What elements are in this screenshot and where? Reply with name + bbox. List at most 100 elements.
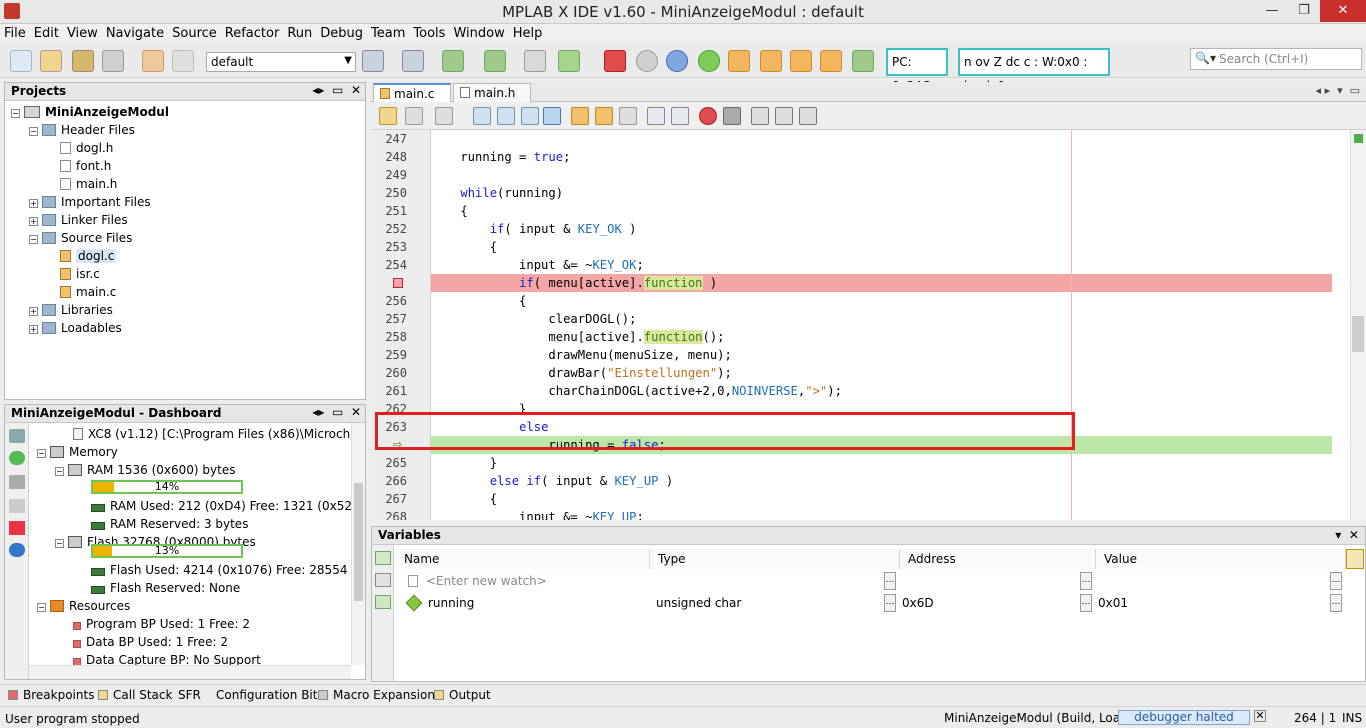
column-name[interactable]: Name: [396, 549, 650, 569]
editor-vscroll[interactable]: [1350, 130, 1366, 520]
project-tree-item[interactable]: − Source Files: [29, 229, 132, 247]
project-tree-item[interactable]: main.c: [47, 283, 116, 301]
project-tree-item[interactable]: font.h: [47, 157, 111, 175]
code-line[interactable]: if( input & KEY_OK ): [431, 220, 1332, 238]
minimize-button[interactable]: —: [1256, 0, 1288, 22]
finish-debug-icon[interactable]: [604, 50, 626, 72]
code-line[interactable]: drawMenu(menuSize, menu);: [431, 346, 1332, 364]
scroll-thumb[interactable]: [354, 483, 363, 601]
memory-icon[interactable]: [9, 499, 25, 513]
read-device-icon[interactable]: [484, 50, 506, 72]
toggle-bookmark-icon[interactable]: [619, 107, 637, 125]
format-icon[interactable]: [799, 107, 817, 125]
toggle-highlight-icon[interactable]: [543, 107, 561, 125]
type-edit-button[interactable]: …: [884, 594, 896, 612]
panel-controls[interactable]: ◂▸ ▭ ✕: [312, 83, 361, 97]
clean-build-icon[interactable]: [402, 50, 424, 72]
next-bookmark-icon[interactable]: [595, 107, 613, 125]
tab-macro-expansion[interactable]: Macro Expansion: [318, 688, 435, 702]
dashboard-hscroll[interactable]: [29, 665, 351, 679]
shift-right-icon[interactable]: [671, 107, 689, 125]
project-tree-item[interactable]: − MiniAnzeigeModul: [11, 103, 169, 121]
menu-navigate[interactable]: Navigate: [102, 24, 168, 43]
column-address[interactable]: Address: [900, 549, 1096, 569]
make-program-icon[interactable]: [442, 50, 464, 72]
tab-main-c[interactable]: main.c ✕: [373, 83, 451, 115]
last-edit-icon[interactable]: [405, 107, 423, 125]
code-line[interactable]: {: [431, 490, 1332, 508]
redo-icon[interactable]: [172, 50, 194, 72]
find-next-icon[interactable]: [521, 107, 539, 125]
search-input[interactable]: 🔍▾ Search (Ctrl+I): [1190, 48, 1362, 70]
collapse-icon[interactable]: −: [55, 467, 64, 476]
open-project-icon[interactable]: [72, 50, 94, 72]
expand-icon[interactable]: +: [29, 325, 38, 334]
collapse-icon[interactable]: −: [29, 127, 38, 136]
tab-main-h[interactable]: main.h ✕: [453, 83, 531, 114]
code-line[interactable]: input &= ~KEY_UP;: [431, 508, 1332, 520]
previous-bookmark-icon[interactable]: [571, 107, 589, 125]
new-file-icon[interactable]: [10, 50, 32, 72]
gear-icon[interactable]: [9, 429, 25, 443]
project-tree-item[interactable]: + Libraries: [29, 301, 113, 319]
column-options-icon[interactable]: [1346, 549, 1364, 569]
project-tree-item[interactable]: + Important Files: [29, 193, 151, 211]
close-project-icon[interactable]: [102, 50, 124, 72]
variable-row-name[interactable]: running: [402, 593, 642, 613]
stop-macro-icon[interactable]: [723, 107, 741, 125]
refresh-icon[interactable]: [9, 451, 25, 465]
resources-item[interactable]: − Resources: [37, 597, 130, 615]
tab-sfr[interactable]: SFR: [178, 688, 201, 702]
panel-controls[interactable]: ▾ ✕: [1335, 528, 1359, 542]
code-line[interactable]: drawBar("Einstellungen");: [431, 364, 1332, 382]
start-macro-icon[interactable]: [699, 107, 717, 125]
build-icon[interactable]: [362, 50, 384, 72]
collapse-icon[interactable]: −: [37, 603, 46, 612]
code-line[interactable]: [431, 130, 1332, 148]
debug-project-icon[interactable]: [558, 50, 580, 72]
project-tree-item[interactable]: + Loadables: [29, 319, 122, 337]
expand-icon[interactable]: +: [29, 307, 38, 316]
line-number-gutter[interactable]: 247 248 249 250 251 252 253 254 256 257 258 259 260 2…: [371, 130, 431, 520]
tab-configuration-bits[interactable]: Configuration Bits: [216, 688, 324, 702]
menu-refactor[interactable]: Refactor: [221, 24, 284, 43]
menu-run[interactable]: Run: [283, 24, 316, 43]
new-watch-icon[interactable]: [375, 551, 391, 565]
collapse-icon[interactable]: −: [55, 539, 64, 548]
find-previous-icon[interactable]: [497, 107, 515, 125]
uncomment-icon[interactable]: [775, 107, 793, 125]
menu-file[interactable]: File: [0, 24, 30, 43]
collapse-icon[interactable]: −: [37, 449, 46, 458]
source-history-icon[interactable]: [379, 107, 397, 125]
menu-view[interactable]: View: [63, 24, 102, 43]
value-edit-button[interactable]: …: [1330, 594, 1342, 612]
undo-icon[interactable]: [142, 50, 164, 72]
tab-breakpoints[interactable]: Breakpoints: [8, 688, 94, 702]
code-line[interactable]: while(running): [431, 184, 1332, 202]
comment-icon[interactable]: [751, 107, 769, 125]
reset-icon[interactable]: [524, 50, 546, 72]
new-watch-field[interactable]: <Enter new watch>: [402, 571, 642, 591]
project-tree-item[interactable]: − Header Files: [29, 121, 135, 139]
find-icon[interactable]: [473, 107, 491, 125]
continue-icon[interactable]: [698, 50, 720, 72]
variable-value[interactable]: 0x01: [1092, 593, 1128, 613]
code-line[interactable]: input &= ~KEY_OK;: [431, 256, 1332, 274]
memory-item[interactable]: − Memory: [37, 443, 118, 461]
name-edit-button[interactable]: …: [884, 572, 896, 590]
configuration-select[interactable]: default ▼: [206, 52, 356, 72]
column-type[interactable]: Type: [650, 549, 900, 569]
collapse-icon[interactable]: −: [29, 235, 38, 244]
code-line[interactable]: clearDOGL();: [431, 310, 1332, 328]
expand-icon[interactable]: +: [29, 199, 38, 208]
dashboard-vscroll[interactable]: [351, 423, 365, 665]
forward-icon[interactable]: [435, 107, 453, 125]
menu-help[interactable]: Help: [509, 24, 547, 43]
maximize-button[interactable]: ❐: [1288, 0, 1320, 22]
address-edit-button[interactable]: …: [1080, 572, 1092, 590]
set-pc-icon[interactable]: [852, 50, 874, 72]
code-line[interactable]: {: [431, 292, 1332, 310]
code-line[interactable]: running = true;: [431, 148, 1332, 166]
menu-window[interactable]: Window: [449, 24, 508, 43]
panel-controls[interactable]: ◂▸ ▭ ✕: [312, 405, 361, 419]
